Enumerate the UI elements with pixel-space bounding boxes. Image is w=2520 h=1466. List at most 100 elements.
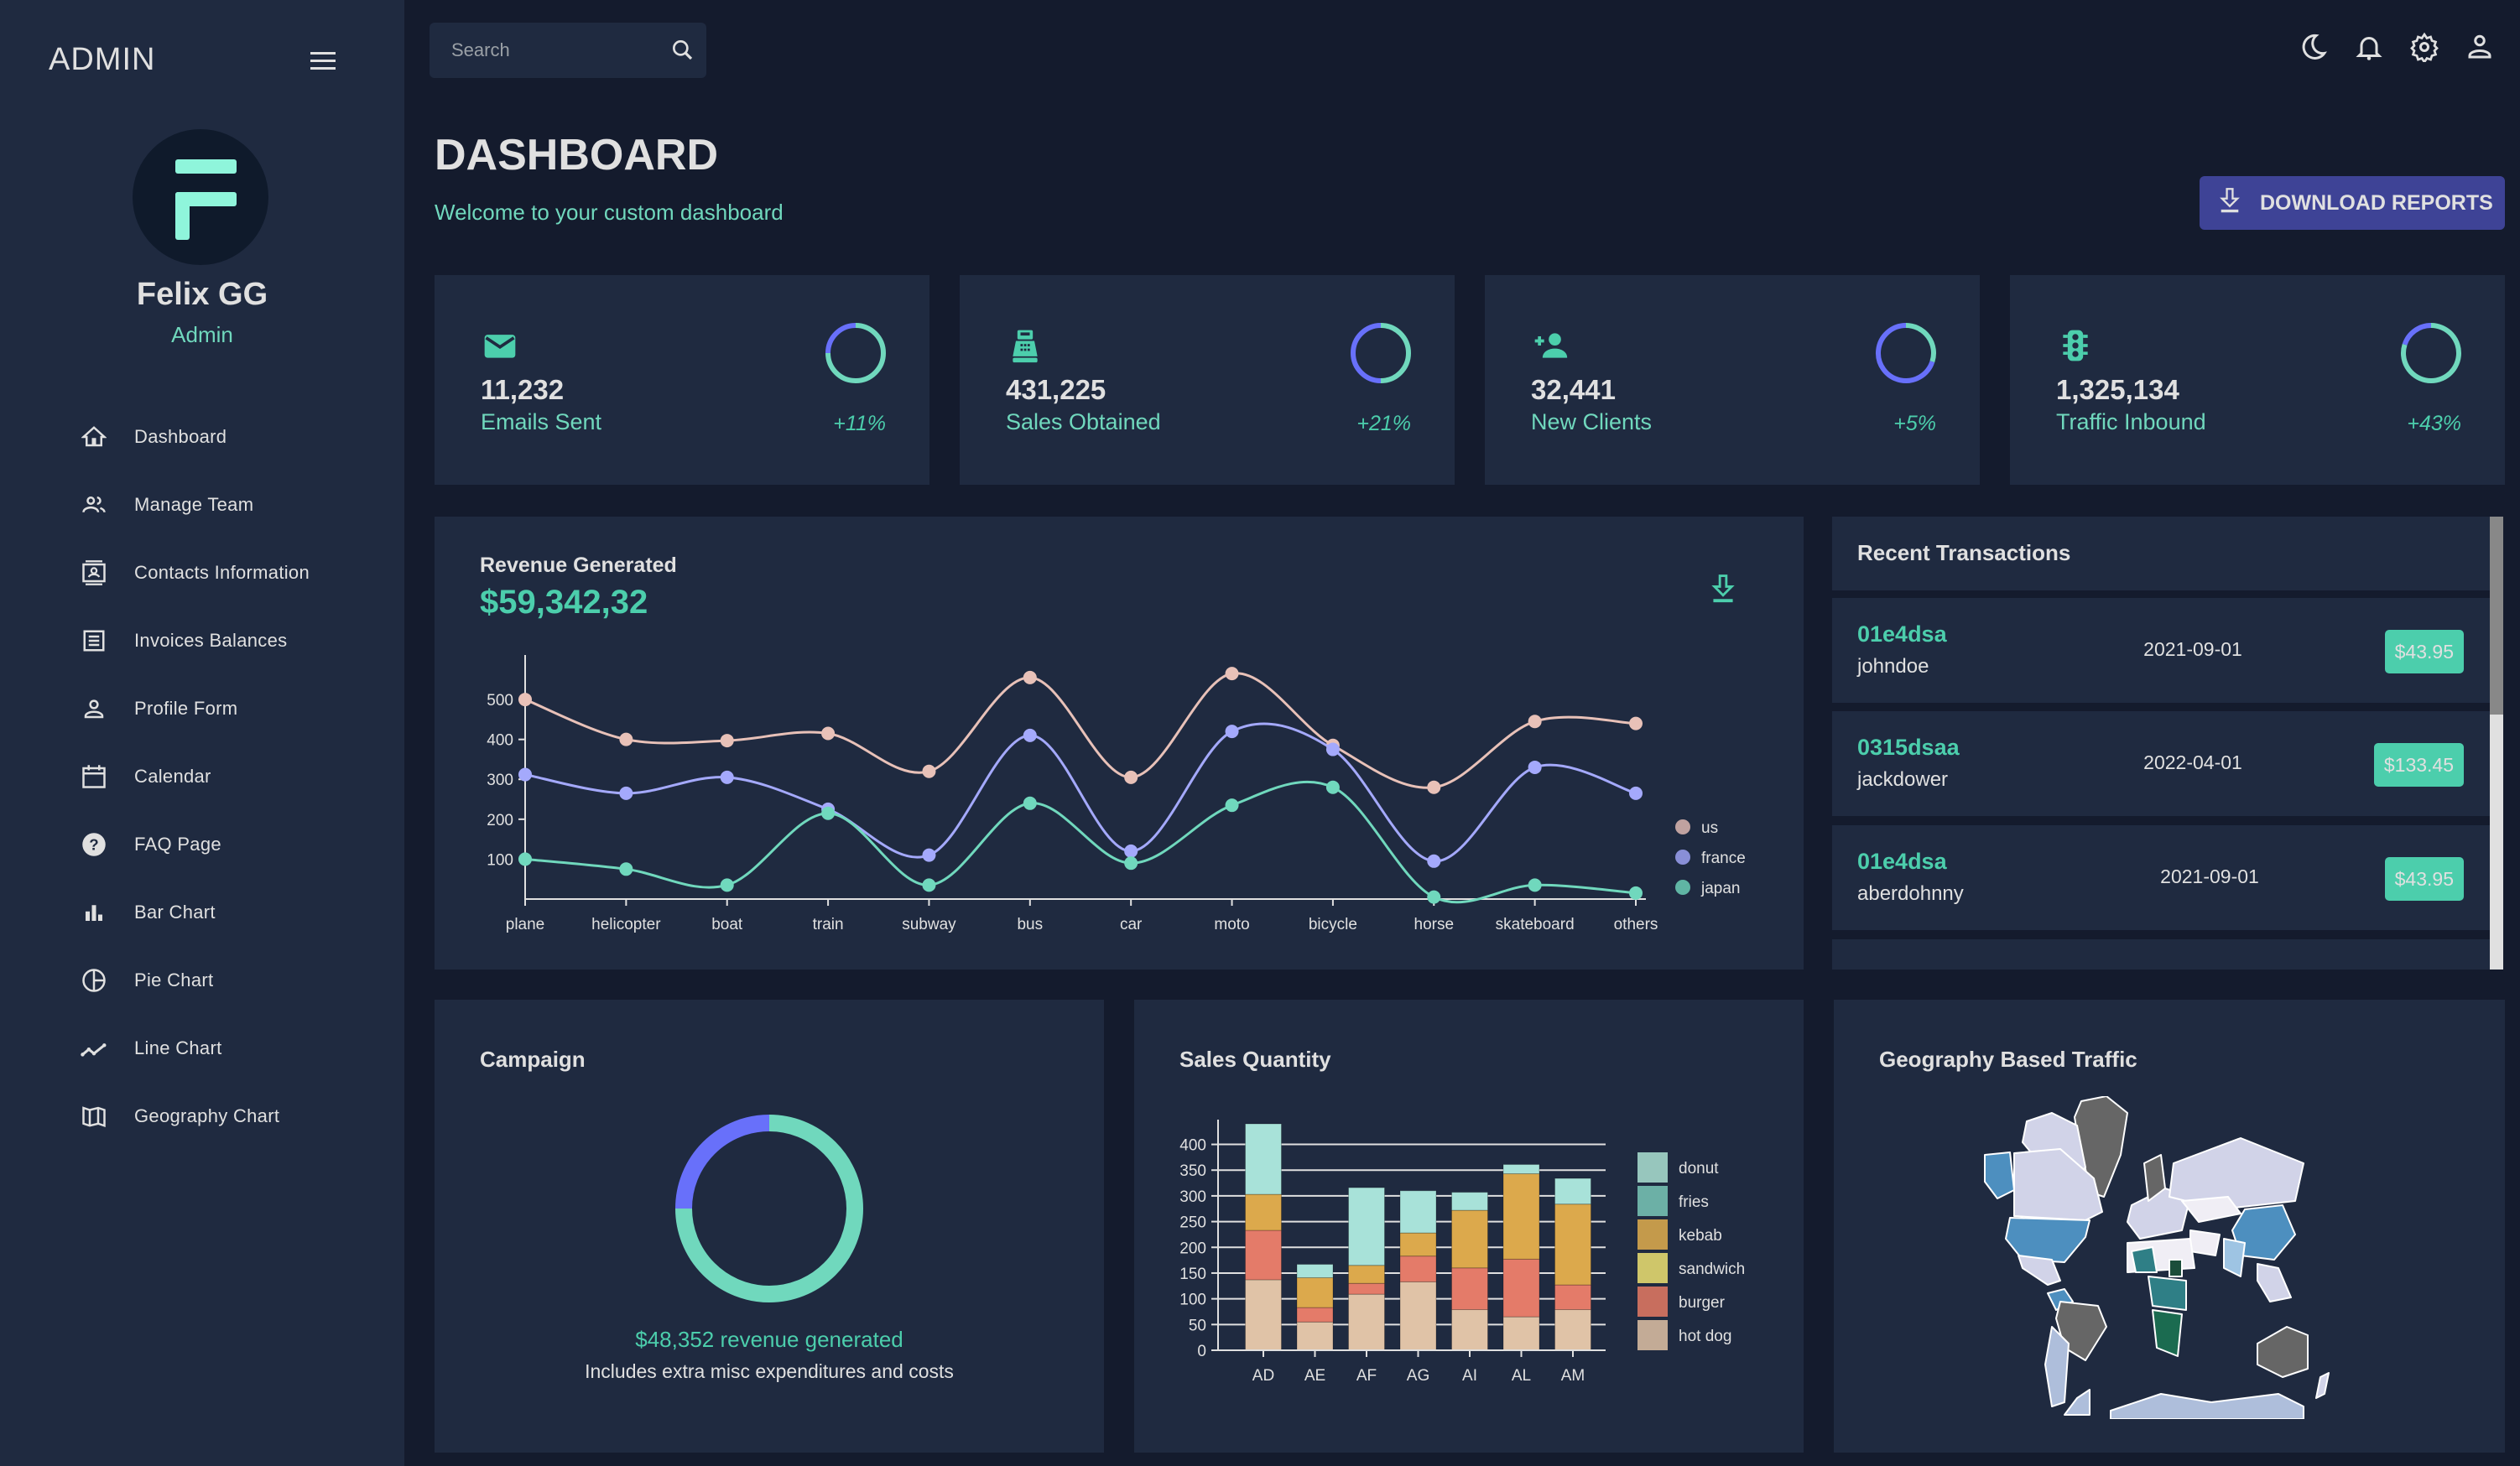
legend-swatch: [1637, 1186, 1668, 1216]
data-point-us[interactable]: [821, 726, 836, 741]
download-reports-button[interactable]: DOWNLOAD REPORTS: [2200, 176, 2505, 230]
bar-segment-kebab[interactable]: [1554, 1203, 1591, 1286]
notifications-button[interactable]: [2354, 32, 2384, 62]
data-point-us[interactable]: [1124, 770, 1138, 784]
data-point-japan[interactable]: [1325, 780, 1340, 794]
sidebar-item-faq[interactable]: ? FAQ Page: [0, 810, 404, 878]
transaction-row: 01e4dsa aberdohnny 2021-09-01 $43.95: [1832, 825, 2491, 930]
sidebar-item-profile-form[interactable]: Profile Form: [0, 674, 404, 742]
bar-segment-donut[interactable]: [1245, 1123, 1282, 1195]
data-point-france[interactable]: [518, 767, 532, 782]
data-point-france[interactable]: [1023, 728, 1037, 742]
series-line-france: [524, 722, 1637, 863]
y-tick-label: 200: [487, 812, 513, 829]
data-point-france[interactable]: [1325, 742, 1340, 756]
bar-segment-hot-dog[interactable]: [1502, 1316, 1540, 1351]
bar-segment-kebab[interactable]: [1245, 1193, 1282, 1231]
search-button[interactable]: [669, 37, 696, 64]
data-point-japan[interactable]: [619, 862, 633, 876]
bar-segment-donut[interactable]: [1399, 1190, 1437, 1234]
bar-segment-hot-dog[interactable]: [1451, 1309, 1488, 1351]
data-point-france[interactable]: [1629, 786, 1643, 800]
data-point-japan[interactable]: [720, 878, 734, 892]
data-point-france[interactable]: [720, 770, 734, 784]
transaction-cost[interactable]: $133.45: [2373, 743, 2464, 787]
data-point-japan[interactable]: [1629, 886, 1643, 900]
data-point-us[interactable]: [1225, 667, 1239, 681]
bar-segment-hot-dog[interactable]: [1296, 1321, 1334, 1351]
transaction-cost[interactable]: $43.95: [2384, 630, 2464, 673]
x-tick-label: AM: [1561, 1367, 1585, 1385]
bar-segment-donut[interactable]: [1451, 1192, 1488, 1211]
data-point-us[interactable]: [518, 693, 532, 707]
sidebar-item-geography-chart[interactable]: Geography Chart: [0, 1082, 404, 1150]
data-point-france[interactable]: [922, 848, 936, 862]
data-point-us[interactable]: [1023, 670, 1037, 684]
bar-segment-donut[interactable]: [1502, 1163, 1540, 1175]
progress-ring: [825, 323, 886, 383]
sidebar-item-contacts[interactable]: Contacts Information: [0, 538, 404, 606]
bar-segment-burger[interactable]: [1502, 1258, 1540, 1318]
bar-segment-burger[interactable]: [1296, 1307, 1334, 1323]
data-point-us[interactable]: [1427, 780, 1441, 794]
data-point-japan[interactable]: [518, 852, 532, 866]
data-point-us[interactable]: [1528, 715, 1542, 729]
data-point-france[interactable]: [619, 786, 633, 800]
sidebar-item-invoices[interactable]: Invoices Balances: [0, 606, 404, 674]
data-point-japan[interactable]: [1528, 878, 1542, 892]
theme-toggle-button[interactable]: [2299, 32, 2329, 62]
sidebar-item-dashboard[interactable]: Dashboard: [0, 403, 404, 470]
data-point-us[interactable]: [1629, 716, 1643, 730]
data-point-france[interactable]: [1225, 725, 1239, 739]
world-map[interactable]: [1968, 1096, 2362, 1419]
data-point-france[interactable]: [1124, 844, 1138, 858]
bar-segment-burger[interactable]: [1554, 1284, 1591, 1311]
bar-segment-kebab[interactable]: [1399, 1232, 1437, 1257]
y-tick-label: 50: [1189, 1317, 1206, 1334]
data-point-us[interactable]: [720, 734, 734, 748]
transaction-cost[interactable]: $43.95: [2384, 857, 2464, 901]
bar-segment-kebab[interactable]: [1348, 1265, 1385, 1284]
bar-segment-donut[interactable]: [1554, 1177, 1591, 1205]
data-point-japan[interactable]: [1427, 890, 1441, 904]
bar-segment-hot-dog[interactable]: [1554, 1309, 1591, 1351]
x-tick-label: AF: [1356, 1367, 1377, 1385]
transactions-scrollbar[interactable]: [2490, 517, 2503, 970]
search-input[interactable]: [430, 23, 656, 78]
bar-segment-burger[interactable]: [1451, 1267, 1488, 1311]
data-point-japan[interactable]: [1225, 798, 1239, 813]
data-point-japan[interactable]: [1023, 796, 1037, 810]
data-point-us[interactable]: [619, 732, 633, 746]
profile-button[interactable]: [2465, 32, 2495, 62]
bar-segment-hot-dog[interactable]: [1245, 1279, 1282, 1351]
data-point-japan[interactable]: [922, 878, 936, 892]
bar-segment-burger[interactable]: [1348, 1282, 1385, 1295]
data-point-japan[interactable]: [821, 806, 836, 820]
bar-segment-kebab[interactable]: [1502, 1173, 1540, 1260]
transaction-row: 0315dsaa jackdower 2022-04-01 $133.45: [1832, 711, 2491, 816]
bar-segment-donut[interactable]: [1296, 1264, 1334, 1278]
bar-segment-kebab[interactable]: [1296, 1276, 1334, 1308]
bar-segment-burger[interactable]: [1245, 1229, 1282, 1281]
sidebar-item-label: Geography Chart: [134, 1105, 280, 1126]
menu-toggle-button[interactable]: [310, 52, 336, 70]
bar-segment-donut[interactable]: [1348, 1187, 1385, 1266]
legend-swatch: [1675, 850, 1690, 865]
data-point-france[interactable]: [1427, 854, 1441, 868]
sidebar-item-line-chart[interactable]: Line Chart: [0, 1014, 404, 1082]
data-point-japan[interactable]: [1124, 856, 1138, 871]
bar-segment-kebab[interactable]: [1451, 1209, 1488, 1269]
scrollbar-thumb[interactable]: [2490, 517, 2503, 715]
data-point-france[interactable]: [1528, 760, 1542, 774]
person-icon: [2465, 34, 2495, 65]
sidebar-item-calendar[interactable]: Calendar: [0, 742, 404, 810]
bar-segment-burger[interactable]: [1399, 1255, 1437, 1282]
settings-button[interactable]: [2409, 32, 2439, 65]
sidebar-item-bar-chart[interactable]: Bar Chart: [0, 878, 404, 946]
revenue-card: Revenue Generated $59,342,32 100 200 300 40…: [435, 517, 1804, 970]
bar-segment-hot-dog[interactable]: [1399, 1281, 1437, 1351]
bar-segment-hot-dog[interactable]: [1348, 1293, 1385, 1351]
sidebar-item-pie-chart[interactable]: Pie Chart: [0, 946, 404, 1014]
sidebar-item-manage-team[interactable]: Manage Team: [0, 470, 404, 538]
data-point-us[interactable]: [922, 764, 936, 778]
